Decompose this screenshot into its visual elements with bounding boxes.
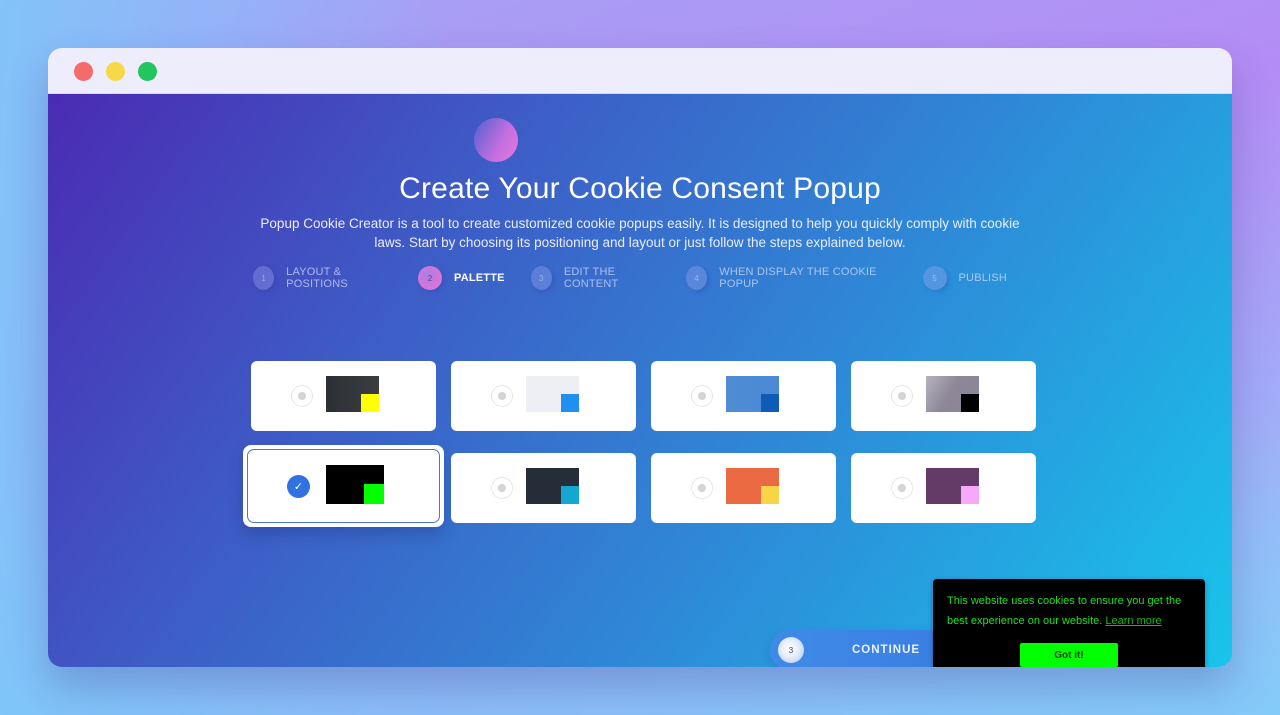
palette-swatch	[526, 376, 579, 412]
palette-swatch	[726, 376, 779, 412]
page-title: Create Your Cookie Consent Popup	[399, 172, 881, 205]
step-number: 4	[686, 266, 708, 290]
steps-nav: 1 LAYOUT & POSITIONS 2 PALETTE 3 EDIT THE CON…	[253, 264, 1033, 292]
palette-swatch	[926, 376, 979, 412]
checkmark-icon: ✓	[287, 475, 310, 498]
step-2[interactable]: 2 PALETTE	[417, 266, 505, 290]
learn-more-link[interactable]: Learn more	[1105, 615, 1161, 627]
step-label: LAYOUT & POSITIONS	[286, 266, 348, 290]
cookie-message: This website uses cookies to ensure you …	[947, 591, 1193, 631]
radio-button[interactable]	[891, 385, 913, 407]
palette-option-2[interactable]	[451, 361, 636, 431]
palette-option-4[interactable]	[851, 361, 1036, 431]
palette-option-1[interactable]	[251, 361, 436, 431]
close-window-button[interactable]	[74, 62, 93, 81]
step-label: PUBLISH	[958, 272, 1007, 284]
page-subtitle: Popup Cookie Creator is a tool to create…	[260, 216, 1020, 250]
palette-option-7[interactable]	[651, 453, 836, 523]
palette-accent-swatch	[761, 394, 779, 412]
step-3[interactable]: 3 EDIT THE CONTENT	[530, 266, 660, 290]
radio-button[interactable]	[291, 385, 313, 407]
step-label: EDIT THE CONTENT	[563, 266, 619, 290]
step-1[interactable]: 1 LAYOUT & POSITIONS	[253, 266, 392, 290]
continue-label: CONTINUE	[852, 644, 921, 656]
continue-button[interactable]: 3 CONTINUE	[770, 630, 950, 667]
palette-accent-swatch	[961, 394, 979, 412]
maximize-window-button[interactable]	[138, 62, 157, 81]
step-label: WHEN DISPLAY THE COOKIE POPUP	[719, 266, 877, 290]
cookie-popup-preview: This website uses cookies to ensure you …	[933, 579, 1205, 667]
palette-accent-swatch	[361, 394, 379, 412]
step-4[interactable]: 4 WHEN DISPLAY THE COOKIE POPUP	[686, 266, 896, 290]
palette-option-6[interactable]	[451, 453, 636, 523]
radio-button[interactable]	[491, 385, 513, 407]
next-step-number: 3	[778, 637, 804, 663]
step-number: 5	[922, 266, 947, 290]
palette-swatch	[326, 376, 379, 412]
palette-option-8[interactable]	[851, 453, 1036, 523]
radio-button[interactable]	[691, 385, 713, 407]
palette-grid: ✓	[243, 361, 1036, 527]
radio-button[interactable]	[891, 477, 913, 499]
palette-swatch	[526, 468, 579, 504]
palette-accent-swatch	[961, 486, 979, 504]
palette-swatch	[726, 468, 779, 504]
palette-option-3[interactable]	[651, 361, 836, 431]
step-number: 3	[530, 266, 552, 290]
palette-option-5[interactable]: ✓	[243, 445, 444, 527]
step-label: PALETTE	[453, 272, 505, 284]
step-number: 1	[253, 266, 275, 290]
browser-window: Create Your Cookie Consent Popup Popup C…	[48, 48, 1232, 667]
minimize-window-button[interactable]	[106, 62, 125, 81]
page-content: Create Your Cookie Consent Popup Popup C…	[48, 94, 1232, 667]
palette-accent-swatch	[561, 394, 579, 412]
radio-button[interactable]	[691, 477, 713, 499]
palette-swatch	[926, 468, 979, 504]
step-5[interactable]: 5 PUBLISH	[922, 266, 1007, 290]
palette-swatch	[326, 465, 384, 504]
radio-button[interactable]	[491, 477, 513, 499]
got-it-button[interactable]: Got it!	[1020, 643, 1118, 667]
palette-accent-swatch	[364, 484, 384, 504]
palette-accent-swatch	[761, 486, 779, 504]
decorative-orb	[474, 118, 518, 162]
window-titlebar	[48, 48, 1232, 94]
palette-accent-swatch	[561, 486, 579, 504]
step-number: 2	[417, 266, 442, 290]
